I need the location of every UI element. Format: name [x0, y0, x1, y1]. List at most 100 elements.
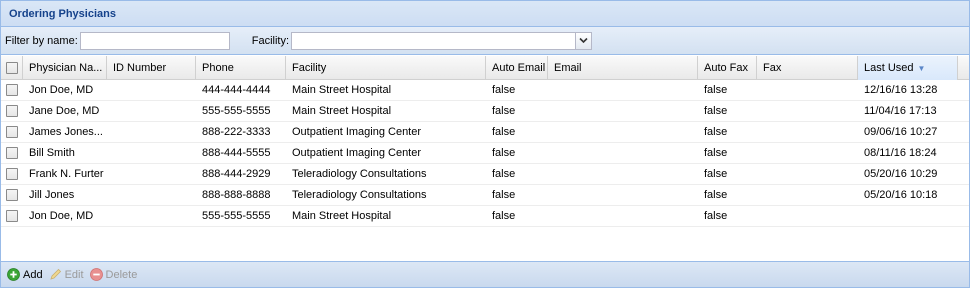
table-row[interactable]: Jill Jones 888-888-8888 Teleradiology Cons…: [1, 185, 969, 206]
filter-name-input[interactable]: [79, 31, 230, 50]
cell-facility: Main Street Hospital: [292, 84, 392, 96]
cell-email: [548, 206, 698, 226]
cell-phone: 888-444-2929: [202, 168, 271, 180]
edit-button[interactable]: Edit: [49, 268, 84, 281]
cell-id-number: [107, 185, 196, 205]
cell-id-number: [107, 80, 196, 100]
cell-physician-name: Jill Jones: [29, 189, 75, 201]
add-button[interactable]: Add: [7, 268, 43, 281]
cell-phone: 555-555-5555: [202, 105, 271, 117]
cell-facility: Teleradiology Consultations: [292, 189, 427, 201]
cell-phone: 888-222-3333: [202, 126, 271, 138]
cell-id-number: [107, 206, 196, 226]
cell-fax: [757, 185, 858, 205]
select-all-checkbox[interactable]: [1, 56, 23, 80]
cell-fax: [757, 101, 858, 121]
cell-facility: Outpatient Imaging Center: [292, 126, 422, 138]
cell-physician-name: Jane Doe, MD: [29, 105, 100, 117]
facility-combo[interactable]: [291, 31, 593, 50]
column-header-facility[interactable]: Facility: [286, 56, 486, 80]
cell-id-number: [107, 164, 196, 184]
facility-input[interactable]: [291, 31, 576, 50]
column-header-physician-name[interactable]: Physician Na...: [23, 56, 107, 80]
grid-header-row: Physician Na... ID Number Phone Facility Aut…: [1, 56, 969, 80]
cell-last-used: 12/16/16 13:28: [864, 84, 938, 96]
cell-physician-name: Jon Doe, MD: [29, 210, 94, 222]
cell-physician-name: Frank N. Furter: [29, 168, 104, 180]
grid-body: Jon Doe, MD 444-444-4444 Main Street Hospi…: [1, 80, 969, 227]
cell-auto-email: false: [492, 105, 516, 117]
cell-phone: 888-444-5555: [202, 147, 271, 159]
cell-auto-fax: false: [704, 147, 728, 159]
cell-fax: [757, 80, 858, 100]
column-header-label: Email: [554, 62, 582, 74]
edit-button-label: Edit: [64, 268, 84, 281]
column-header-auto-email[interactable]: Auto Email: [486, 56, 548, 80]
row-checkbox[interactable]: [1, 206, 23, 226]
sort-descending-icon: ▼: [917, 63, 926, 73]
physicians-grid: Physician Na... ID Number Phone Facility Aut…: [1, 56, 969, 261]
row-checkbox[interactable]: [1, 101, 23, 121]
facility-dropdown-trigger[interactable]: [575, 31, 593, 50]
cell-auto-email: false: [492, 168, 516, 180]
row-checkbox[interactable]: [1, 164, 23, 184]
cell-auto-fax: false: [704, 189, 728, 201]
column-header-label: ID Number: [113, 62, 167, 74]
row-checkbox[interactable]: [1, 185, 23, 205]
table-row[interactable]: James Jones... 888-222-3333 Outpatient Ima…: [1, 122, 969, 143]
delete-button[interactable]: Delete: [89, 268, 138, 281]
table-row[interactable]: Jane Doe, MD 555-555-5555 Main Street Hosp…: [1, 101, 969, 122]
cell-auto-fax: false: [704, 210, 728, 222]
cell-auto-fax: false: [704, 168, 728, 180]
cell-email: [548, 101, 698, 121]
cell-last-used: [858, 206, 958, 226]
table-row[interactable]: Jon Doe, MD 555-555-5555 Main Street Hospi…: [1, 206, 969, 227]
table-row[interactable]: Jon Doe, MD 444-444-4444 Main Street Hospi…: [1, 80, 969, 101]
cell-email: [548, 164, 698, 184]
chevron-down-icon: [579, 37, 588, 44]
row-checkbox[interactable]: [1, 143, 23, 163]
filter-name-label: Filter by name:: [5, 34, 78, 47]
delete-button-label: Delete: [105, 268, 138, 281]
column-header-label: Fax: [763, 62, 782, 74]
column-header-email[interactable]: Email: [548, 56, 698, 80]
cell-facility: Outpatient Imaging Center: [292, 147, 422, 159]
cell-last-used: 05/20/16 10:18: [864, 189, 938, 201]
cell-fax: [757, 122, 858, 142]
cell-facility: Main Street Hospital: [292, 210, 392, 222]
add-button-label: Add: [23, 268, 43, 281]
cell-auto-fax: false: [704, 84, 728, 96]
column-header-id-number[interactable]: ID Number: [107, 56, 196, 80]
row-checkbox[interactable]: [1, 80, 23, 100]
cell-auto-email: false: [492, 189, 516, 201]
column-header-label: Facility: [292, 62, 327, 74]
cell-email: [548, 80, 698, 100]
cell-id-number: [107, 143, 196, 163]
pencil-icon: [49, 268, 61, 280]
cell-last-used: 05/20/16 10:29: [864, 168, 938, 180]
cell-auto-email: false: [492, 84, 516, 96]
cell-physician-name: James Jones...: [29, 126, 103, 138]
cell-email: [548, 122, 698, 142]
column-header-auto-fax[interactable]: Auto Fax: [698, 56, 757, 80]
table-row[interactable]: Bill Smith 888-444-5555 Outpatient Imaging…: [1, 143, 969, 164]
column-header-label: Auto Email: [492, 62, 546, 74]
column-header-last-used[interactable]: Last Used ▼: [858, 56, 958, 80]
cell-phone: 555-555-5555: [202, 210, 271, 222]
panel-title: Ordering Physicians: [1, 1, 969, 27]
column-header-fax[interactable]: Fax: [757, 56, 858, 80]
cell-email: [548, 143, 698, 163]
cell-email: [548, 185, 698, 205]
cell-last-used: 11/04/16 17:13: [864, 105, 937, 117]
cell-auto-fax: false: [704, 126, 728, 138]
row-checkbox[interactable]: [1, 122, 23, 142]
table-row[interactable]: Frank N. Furter 888-444-2929 Teleradiology…: [1, 164, 969, 185]
column-header-phone[interactable]: Phone: [196, 56, 286, 80]
cell-physician-name: Bill Smith: [29, 147, 75, 159]
cell-phone: 444-444-4444: [202, 84, 271, 96]
cell-facility: Teleradiology Consultations: [292, 168, 427, 180]
cell-physician-name: Jon Doe, MD: [29, 84, 94, 96]
facility-label: Facility:: [251, 34, 290, 47]
cell-last-used: 09/06/16 10:27: [864, 126, 938, 138]
cell-auto-email: false: [492, 210, 516, 222]
